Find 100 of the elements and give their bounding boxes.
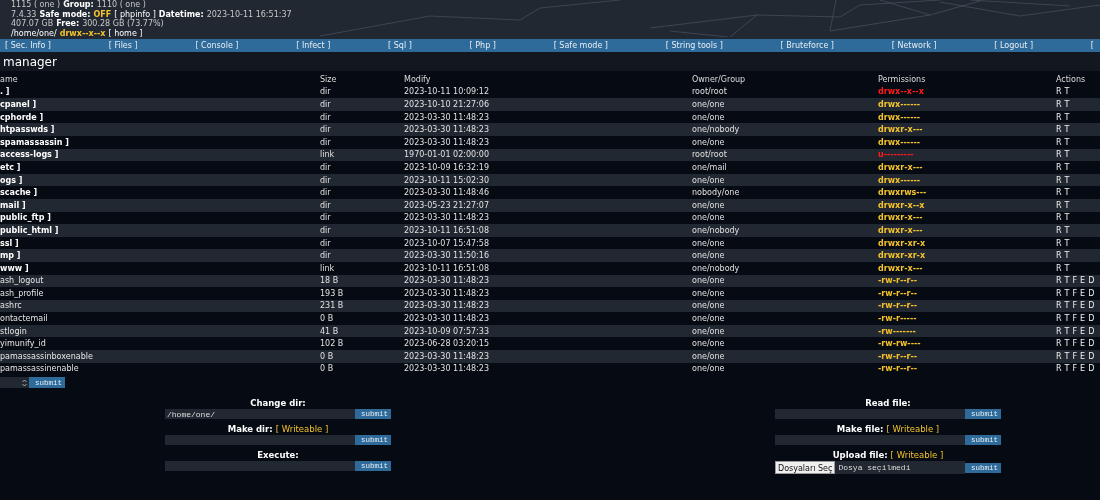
file-name-link[interactable]: access-logs ] bbox=[0, 150, 320, 160]
action-link[interactable]: R bbox=[1056, 238, 1062, 248]
permissions-link[interactable]: u--------- bbox=[878, 150, 1056, 160]
action-link[interactable]: R bbox=[1056, 314, 1062, 324]
action-link[interactable]: T bbox=[1064, 288, 1070, 298]
permissions-link[interactable]: -rw-rw---- bbox=[878, 339, 1056, 349]
action-link[interactable]: R bbox=[1056, 125, 1062, 135]
action-link[interactable]: R bbox=[1056, 251, 1062, 261]
choose-files-button[interactable]: Dosyaları Seç bbox=[775, 461, 836, 475]
action-link[interactable]: R bbox=[1056, 87, 1062, 97]
file-name-link[interactable]: etc ] bbox=[0, 162, 320, 172]
action-link[interactable]: R bbox=[1056, 263, 1062, 273]
action-link[interactable]: D bbox=[1088, 301, 1095, 311]
action-link[interactable]: T bbox=[1064, 137, 1070, 147]
input-field[interactable] bbox=[165, 435, 355, 446]
file-name-link[interactable]: pamassassinenable bbox=[0, 364, 320, 374]
file-name-link[interactable]: yimunify_id bbox=[0, 339, 320, 349]
action-link[interactable]: D bbox=[1088, 351, 1095, 361]
action-link[interactable]: T bbox=[1064, 225, 1070, 235]
permissions-link[interactable]: drwx------ bbox=[878, 137, 1056, 147]
input-field[interactable] bbox=[775, 409, 965, 420]
action-link[interactable]: E bbox=[1080, 351, 1086, 361]
file-name-link[interactable]: pamassassinboxenable bbox=[0, 351, 320, 361]
action-link[interactable]: F bbox=[1072, 288, 1078, 298]
permissions-link[interactable]: -rw-r--r-- bbox=[878, 364, 1056, 374]
file-name-link[interactable]: ash_profile bbox=[0, 288, 320, 298]
menu-link[interactable]: [ Bruteforce ] bbox=[780, 41, 834, 50]
menu-link[interactable]: [ Sec. Info ] bbox=[5, 41, 51, 50]
file-name-link[interactable]: ontactemail bbox=[0, 314, 320, 324]
action-link[interactable]: R bbox=[1056, 225, 1062, 235]
action-link[interactable]: F bbox=[1072, 314, 1078, 324]
file-name-link[interactable]: . ] bbox=[0, 87, 320, 97]
permissions-link[interactable]: drwxr-x--- bbox=[878, 263, 1056, 273]
permissions-link[interactable]: -rw-r----- bbox=[878, 314, 1056, 324]
file-name-link[interactable]: ssl ] bbox=[0, 238, 320, 248]
action-link[interactable]: T bbox=[1064, 150, 1070, 160]
menu-link[interactable]: [ Network ] bbox=[891, 41, 937, 50]
permissions-link[interactable]: drwx------ bbox=[878, 100, 1056, 109]
action-link[interactable]: T bbox=[1064, 263, 1070, 273]
action-link[interactable]: E bbox=[1080, 288, 1086, 298]
permissions-link[interactable]: drwxr-x--- bbox=[878, 162, 1056, 172]
action-link[interactable]: F bbox=[1072, 364, 1078, 374]
action-link[interactable]: R bbox=[1056, 276, 1062, 286]
action-link[interactable]: T bbox=[1064, 364, 1070, 374]
action-link[interactable]: D bbox=[1088, 364, 1095, 374]
permissions-link[interactable]: -rw------- bbox=[878, 326, 1056, 336]
input-field[interactable] bbox=[775, 435, 965, 446]
menu-link[interactable]: [ bbox=[1090, 41, 1094, 50]
permissions-link[interactable]: -rw-r--r-- bbox=[878, 351, 1056, 361]
action-link[interactable]: F bbox=[1072, 326, 1078, 336]
permissions-link[interactable]: -rw-r--r-- bbox=[878, 276, 1056, 286]
action-link[interactable]: D bbox=[1088, 314, 1095, 324]
action-link[interactable]: R bbox=[1056, 188, 1062, 198]
action-link[interactable]: R bbox=[1056, 364, 1062, 374]
file-name-link[interactable]: mp ] bbox=[0, 251, 320, 261]
info-link[interactable]: /home/one/ bbox=[11, 29, 57, 39]
permissions-link[interactable]: drwx------ bbox=[878, 175, 1056, 185]
action-select[interactable] bbox=[0, 377, 29, 389]
action-link[interactable]: F bbox=[1072, 351, 1078, 361]
action-link[interactable]: E bbox=[1080, 301, 1086, 311]
permissions-link[interactable]: drwxr-x--- bbox=[878, 125, 1056, 135]
action-link[interactable]: D bbox=[1088, 276, 1095, 286]
file-name-link[interactable]: cpanel ] bbox=[0, 100, 320, 109]
file-name-link[interactable]: stlogin bbox=[0, 326, 320, 336]
action-link[interactable]: T bbox=[1064, 112, 1070, 122]
action-link[interactable]: T bbox=[1064, 351, 1070, 361]
action-link[interactable]: T bbox=[1064, 200, 1070, 210]
action-link[interactable]: R bbox=[1056, 200, 1062, 210]
action-link[interactable]: E bbox=[1080, 364, 1086, 374]
permissions-link[interactable]: drwx------ bbox=[878, 112, 1056, 122]
input-field[interactable]: /home/one/ bbox=[165, 409, 355, 420]
action-link[interactable]: F bbox=[1072, 276, 1078, 286]
action-link[interactable]: D bbox=[1088, 339, 1095, 349]
action-link[interactable]: T bbox=[1064, 326, 1070, 336]
action-link[interactable]: R bbox=[1056, 112, 1062, 122]
file-name-link[interactable]: www ] bbox=[0, 263, 320, 273]
file-input[interactable]: Dosyaları Seç Dosya seçilmedi bbox=[775, 461, 965, 475]
action-link[interactable]: R bbox=[1056, 288, 1062, 298]
action-link[interactable]: R bbox=[1056, 150, 1062, 160]
action-link[interactable]: R bbox=[1056, 351, 1062, 361]
action-link[interactable]: E bbox=[1080, 339, 1086, 349]
action-link[interactable]: T bbox=[1064, 213, 1070, 223]
action-link[interactable]: T bbox=[1064, 188, 1070, 198]
permissions-link[interactable]: drwxr-x--x bbox=[878, 200, 1056, 210]
permissions-link[interactable]: drwxrws--- bbox=[878, 188, 1056, 198]
permissions-link[interactable]: drwxr-xr-x bbox=[878, 251, 1056, 261]
file-name-link[interactable]: ashrc bbox=[0, 301, 320, 311]
action-link[interactable]: T bbox=[1064, 314, 1070, 324]
permissions-link[interactable]: drwxr-x--- bbox=[878, 225, 1056, 235]
permissions-link[interactable]: drwx--x--x bbox=[878, 87, 1056, 97]
action-link[interactable]: E bbox=[1080, 314, 1086, 324]
menu-link[interactable]: [ Sql ] bbox=[388, 41, 412, 50]
action-link[interactable]: R bbox=[1056, 162, 1062, 172]
permissions-link[interactable]: -rw-r--r-- bbox=[878, 288, 1056, 298]
info-link[interactable]: [ phpinfo ] bbox=[114, 9, 156, 19]
permissions-link[interactable]: drwxr-x--- bbox=[878, 213, 1056, 223]
file-name-link[interactable]: scache ] bbox=[0, 188, 320, 198]
action-link[interactable]: R bbox=[1056, 137, 1062, 147]
action-link[interactable]: D bbox=[1088, 288, 1095, 298]
action-link[interactable]: T bbox=[1064, 125, 1070, 135]
